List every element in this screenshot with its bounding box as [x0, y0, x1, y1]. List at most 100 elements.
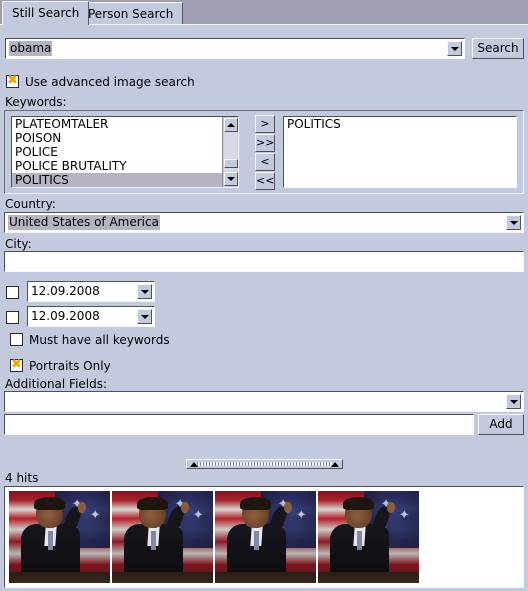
thumbnail-image[interactable]: ✦ ✦ ✦ — [318, 491, 419, 583]
selected-keywords-list[interactable]: POLITICS — [283, 116, 517, 188]
remove-keyword-label: < — [260, 155, 270, 168]
podium — [215, 571, 316, 583]
tab-person-search-label: Person Search — [88, 7, 174, 21]
splitter-collapse-icon — [331, 462, 339, 467]
search-button[interactable]: Search — [472, 38, 524, 59]
country-value: United States of America — [8, 215, 160, 230]
star-icon: ✦ — [89, 508, 101, 524]
add-all-keywords-label: >> — [256, 136, 275, 149]
date-from-combo[interactable]: 12.09.2008 — [27, 281, 155, 302]
x-check-icon: ✖ — [11, 357, 22, 372]
additional-fields-label: Additional Fields: — [5, 377, 108, 391]
necktie — [48, 531, 54, 550]
chevron-down-icon — [141, 290, 149, 294]
add-all-keywords-button[interactable]: >> — [255, 134, 275, 152]
list-item[interactable]: POLLUTION — [12, 187, 238, 188]
panel-splitter-handle[interactable] — [186, 459, 343, 469]
thumbnail-caption: barack_obama_lf... — [9, 583, 110, 587]
scroll-down-icon — [227, 177, 235, 181]
result-thumbnail[interactable]: ✦ ✦ ✦ barack_obama_rf... — [318, 491, 419, 587]
city-input[interactable] — [4, 251, 524, 272]
search-query-dropdown-button[interactable] — [447, 41, 462, 56]
pointing-hand — [180, 502, 189, 514]
still-search-window: Still Search Person Search obama Search … — [0, 0, 528, 591]
tab-still-search[interactable]: Still Search — [2, 1, 90, 25]
add-keyword-label: > — [260, 117, 270, 130]
keywords-group: PLATEOMTALER POISON POLICE POLICE BRUTAL… — [4, 110, 524, 194]
date-from-dropdown-button[interactable] — [137, 284, 152, 299]
list-item[interactable]: POLITICS — [12, 173, 238, 187]
country-label: Country: — [5, 197, 56, 211]
advanced-search-checkbox[interactable]: ✖ — [6, 73, 19, 88]
date-from-value: 12.09.2008 — [31, 284, 100, 298]
additional-fields-dropdown-button[interactable] — [506, 394, 521, 409]
obama-photo: ✦ ✦ ✦ — [215, 491, 316, 583]
result-thumbnail[interactable]: ✦ ✦ ✦ barack_obama_lf... — [9, 491, 110, 587]
list-item[interactable]: POLICE BRUTALITY — [12, 159, 238, 173]
tab-still-search-label: Still Search — [12, 6, 80, 20]
portraits-only-label: Portraits Only — [29, 359, 111, 373]
hits-count-label: 4 hits — [5, 471, 39, 485]
search-query-combo[interactable]: obama — [5, 38, 465, 59]
chevron-down-icon — [141, 315, 149, 319]
scrollbar-thumb[interactable] — [224, 159, 238, 168]
thumbnail-image[interactable]: ✦ ✦ ✦ — [112, 491, 213, 583]
advanced-search-label: Use advanced image search — [25, 75, 195, 89]
scroll-up-icon — [227, 123, 235, 127]
hair — [34, 497, 65, 511]
thumbnail-image[interactable]: ✦ ✦ ✦ — [215, 491, 316, 583]
chevron-down-icon — [510, 400, 518, 404]
date-to-checkbox[interactable] — [6, 311, 19, 324]
thumbnail-caption: barack_obama_lf... — [112, 583, 213, 587]
chevron-down-icon — [510, 221, 518, 225]
additional-fields-input[interactable] — [4, 414, 474, 435]
thumbnail-caption: barack_obama_rf... — [215, 583, 316, 587]
add-field-button[interactable]: Add — [478, 414, 524, 435]
keywords-label: Keywords: — [5, 95, 67, 109]
list-item[interactable]: POLITICS — [284, 117, 516, 131]
remove-all-keywords-button[interactable]: << — [255, 172, 275, 190]
must-have-all-keywords-label: Must have all keywords — [29, 333, 170, 347]
obama-photo: ✦ ✦ ✦ — [9, 491, 110, 583]
tab-person-search[interactable]: Person Search — [78, 2, 184, 25]
scroll-up-button[interactable] — [224, 118, 238, 132]
scroll-down-button[interactable] — [224, 172, 238, 186]
pointing-hand — [283, 502, 292, 514]
list-item[interactable]: POLICE — [12, 145, 238, 159]
date-to-value: 12.09.2008 — [31, 309, 100, 323]
add-field-button-label: Add — [489, 417, 513, 431]
obama-photo: ✦ ✦ ✦ — [112, 491, 213, 583]
remove-all-keywords-label: << — [256, 174, 275, 187]
additional-fields-combo[interactable] — [4, 391, 524, 412]
splitter-grip — [197, 462, 332, 466]
podium — [112, 571, 213, 583]
remove-keyword-button[interactable]: < — [255, 153, 275, 171]
star-icon: ✦ — [192, 508, 204, 524]
available-keywords-list[interactable]: PLATEOMTALER POISON POLICE POLICE BRUTAL… — [11, 116, 239, 188]
must-have-all-keywords-checkbox[interactable] — [10, 333, 23, 346]
date-to-combo[interactable]: 12.09.2008 — [27, 306, 155, 327]
chevron-down-icon — [451, 47, 459, 51]
hair — [343, 497, 374, 511]
x-check-icon: ✖ — [7, 73, 18, 88]
splitter-collapse-icon — [190, 462, 198, 467]
list-item[interactable]: POISON — [12, 131, 238, 145]
add-keyword-button[interactable]: > — [255, 115, 275, 133]
still-search-panel: obama Search ✖ Use advanced image search… — [0, 24, 528, 591]
hair — [137, 497, 168, 511]
pointing-hand — [386, 502, 395, 514]
result-thumbnail[interactable]: ✦ ✦ ✦ barack_obama_lf... — [112, 491, 213, 587]
country-dropdown-button[interactable] — [506, 215, 521, 230]
thumbnail-image[interactable]: ✦ ✦ ✦ — [9, 491, 110, 583]
date-to-dropdown-button[interactable] — [137, 309, 152, 324]
obama-photo: ✦ ✦ ✦ — [318, 491, 419, 583]
list-item[interactable]: PLATEOMTALER — [12, 117, 238, 131]
portraits-only-checkbox[interactable]: ✖ — [10, 357, 23, 372]
country-combo[interactable]: United States of America — [4, 212, 524, 233]
results-thumbnail-pane[interactable]: ✦ ✦ ✦ barack_obama_lf... — [4, 486, 524, 588]
date-from-checkbox[interactable] — [6, 286, 19, 299]
podium — [318, 571, 419, 583]
result-thumbnail[interactable]: ✦ ✦ ✦ barack_obama_rf... — [215, 491, 316, 587]
available-keywords-scrollbar[interactable] — [222, 117, 238, 187]
pointing-hand — [77, 502, 86, 514]
